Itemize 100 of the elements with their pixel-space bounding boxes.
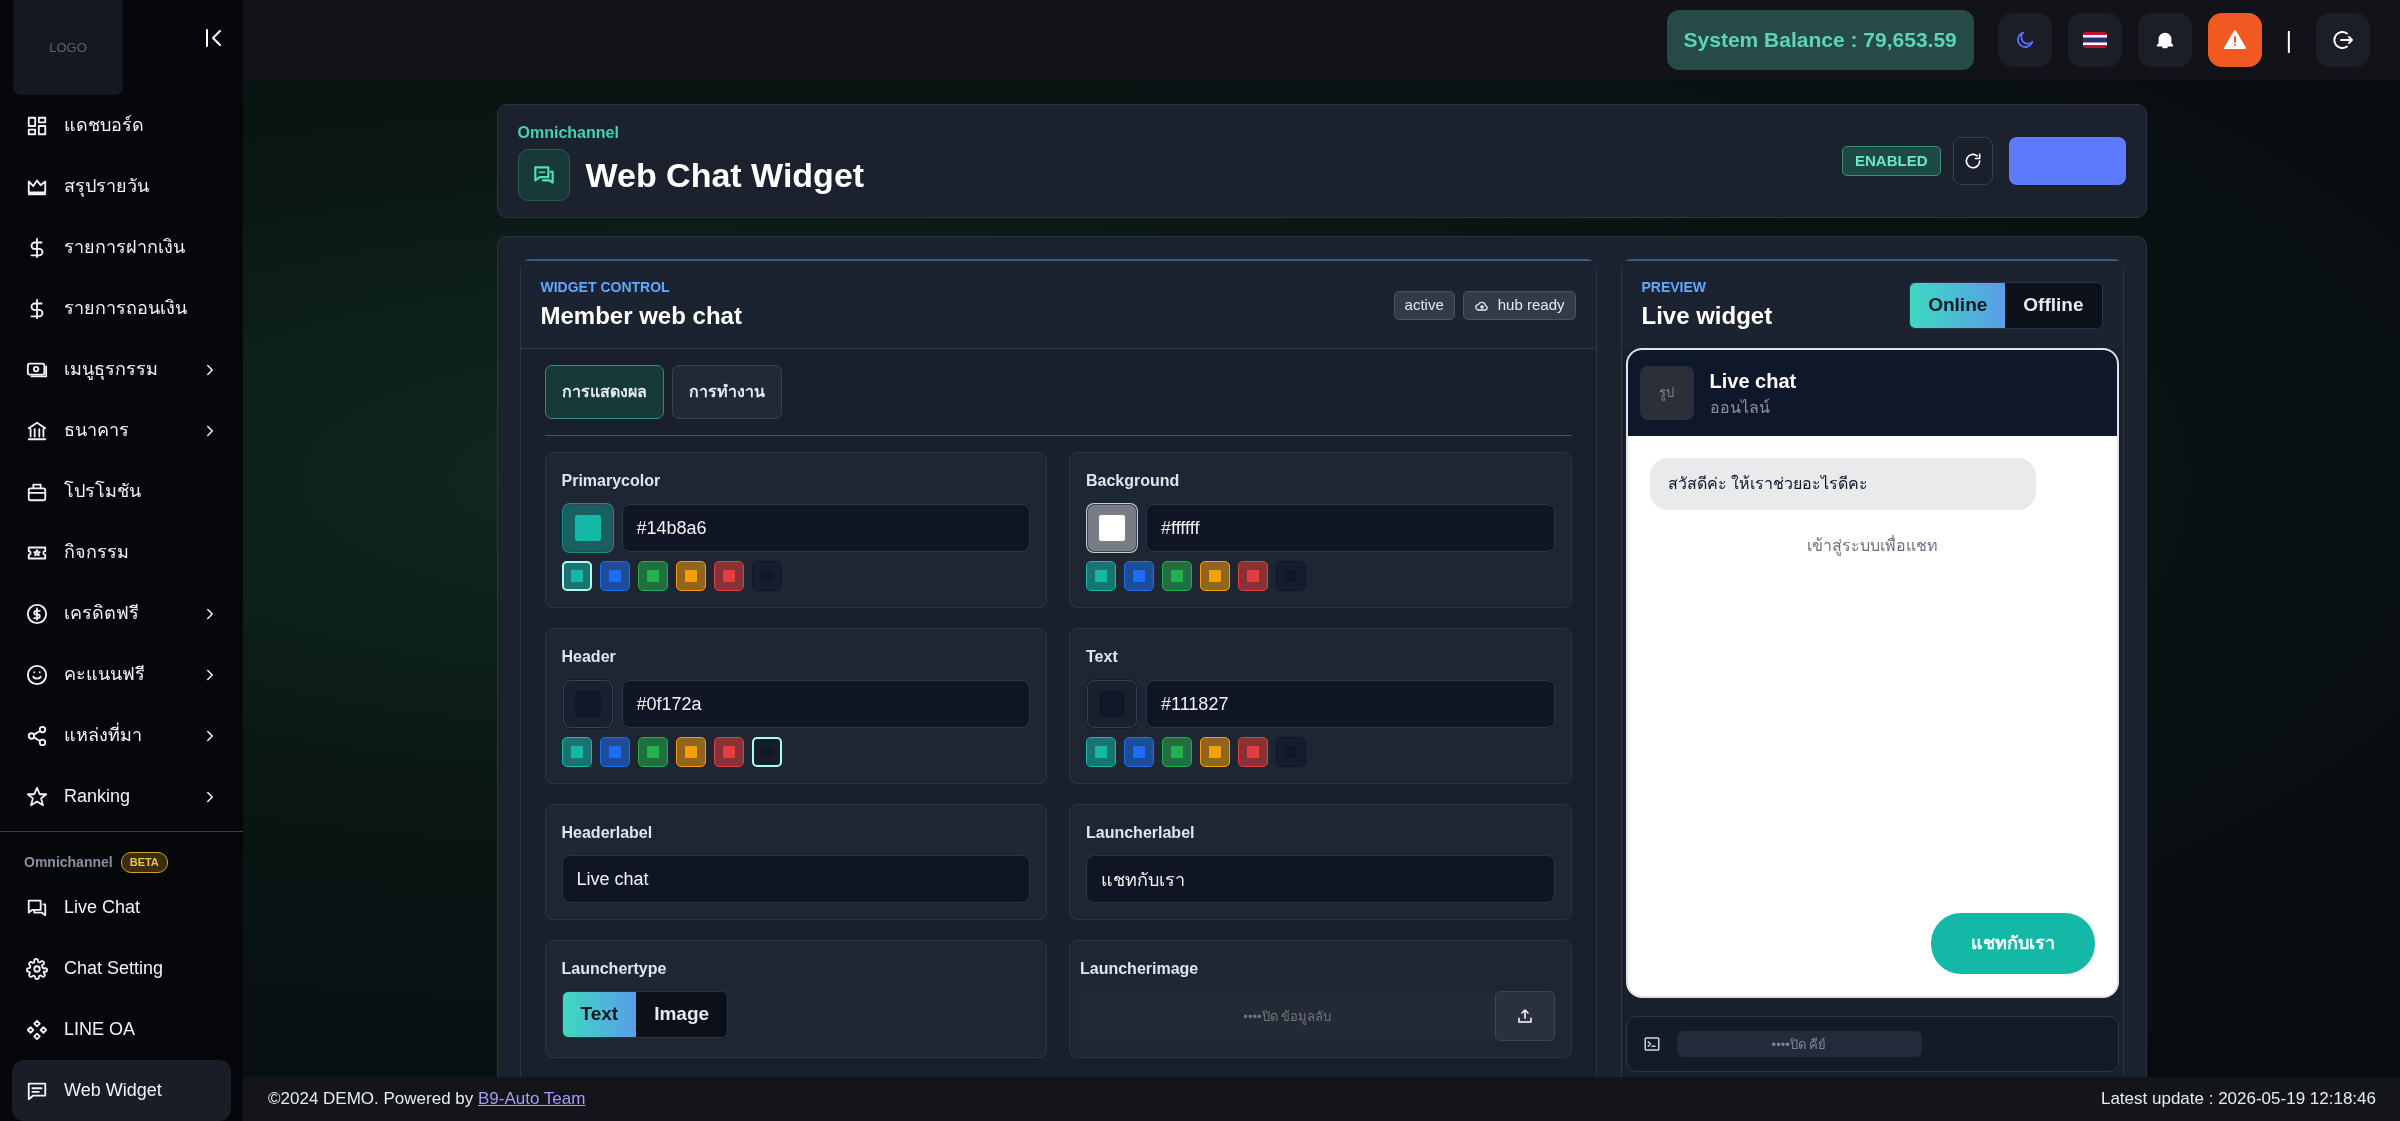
latest-update: Latest update : 2026-05-19 12:18:46 — [2100, 1088, 2376, 1111]
swatch[interactable] — [713, 561, 744, 591]
login-hint: เข้าสู่ระบบเพื่อแชท — [1805, 534, 1939, 558]
status-badge: ENABLED — [1842, 145, 1941, 177]
sidebar-item[interactable]: สรุปรายวัน — [0, 156, 243, 217]
settings-icon — [26, 957, 48, 980]
balance-badge: System Balance : 79,653.59 — [1666, 10, 1974, 70]
diamond-icon — [26, 1018, 48, 1041]
mode-toggle[interactable]: Offline — [2005, 283, 2102, 328]
chat-icon — [517, 149, 570, 201]
share-icon — [26, 724, 48, 747]
swatch[interactable] — [1200, 737, 1230, 767]
segment-option[interactable]: Image — [636, 992, 728, 1037]
panel-eyebrow: WIDGET CONTROL — [540, 278, 671, 297]
logout-icon — [2331, 28, 2355, 52]
swatch[interactable] — [637, 737, 668, 767]
swatch[interactable] — [599, 561, 630, 591]
tab[interactable]: การแสดงผล — [544, 365, 664, 419]
logout-button[interactable] — [2316, 13, 2370, 67]
status-chip: active — [1393, 291, 1455, 320]
status-chip: hub ready — [1462, 291, 1576, 320]
swatch[interactable] — [1200, 561, 1230, 591]
color-swatch[interactable] — [561, 503, 614, 553]
star-icon — [26, 785, 48, 808]
sidebar-item[interactable]: ธนาคาร — [0, 400, 243, 461]
text-input[interactable]: Live chat — [561, 855, 1030, 903]
chat-status: ออนไลน์ — [1709, 397, 1771, 418]
upload-icon — [1515, 1007, 1534, 1025]
terminal-icon — [1642, 1035, 1661, 1053]
sidebar-item[interactable]: แดชบอร์ด — [0, 95, 243, 156]
field-label: Text — [1086, 647, 1119, 667]
swatch[interactable] — [637, 561, 668, 591]
sidebar-item[interactable]: คะแนนฟรี — [0, 644, 243, 705]
key-field[interactable]: ••••ปิด คีย์ — [1676, 1031, 1922, 1057]
page-eyebrow: Omnichannel — [517, 123, 620, 143]
sidebar-item[interactable]: โปรโมชัน — [0, 461, 243, 522]
sidebar-item[interactable]: Ranking — [0, 766, 243, 827]
field-label: Background — [1086, 471, 1181, 491]
warning-icon — [2222, 28, 2247, 52]
chat-message: สวัสดีค่ะ ให้เราช่วยอะไรดีคะ — [1649, 458, 2036, 510]
sidebar-item[interactable]: Web Widget — [12, 1060, 231, 1121]
field-label: Primarycolor — [561, 471, 662, 491]
text-input[interactable]: แชทกับเรา — [1086, 855, 1555, 903]
panel-title: Member web chat — [540, 301, 742, 331]
swatch[interactable] — [1238, 561, 1268, 591]
page-title: Web Chat Widget — [585, 154, 865, 196]
section-title: Omnichannel — [24, 853, 113, 872]
warning-button[interactable] — [2207, 13, 2262, 67]
color-input[interactable]: #14b8a6 — [621, 504, 1030, 552]
field-label: Header — [561, 647, 617, 667]
avatar: รูป — [1639, 366, 1694, 420]
sidebar-item[interactable]: รายการถอนเงิน — [0, 278, 243, 339]
sidebar-item[interactable]: Chat Setting — [0, 938, 243, 999]
sidebar-item[interactable]: กิจกรรม — [0, 522, 243, 583]
tab[interactable]: การทำงาน — [671, 365, 782, 419]
color-input[interactable]: #0f172a — [621, 680, 1030, 728]
field-label: Launchertype — [561, 959, 668, 979]
swatch[interactable] — [1162, 737, 1192, 767]
grid-icon — [26, 114, 48, 137]
upload-button[interactable] — [1494, 991, 1555, 1041]
segment-option[interactable]: Text — [562, 992, 637, 1037]
sidebar-item[interactable]: แหล่งที่มา — [0, 705, 243, 766]
swatch[interactable] — [1162, 561, 1192, 591]
field-label: Headerlabel — [561, 823, 654, 843]
sidebar-item[interactable]: รายการฝากเงิน — [0, 217, 243, 278]
theme-button[interactable] — [1997, 13, 2052, 67]
swatch[interactable] — [561, 737, 592, 767]
swatch[interactable] — [1238, 737, 1268, 767]
beta-badge: BETA — [120, 852, 168, 873]
smiley-icon — [26, 663, 48, 686]
coin-icon — [26, 602, 48, 625]
color-input[interactable]: #111827 — [1146, 680, 1555, 728]
panel-title: Live widget — [1641, 301, 1773, 331]
swatch[interactable] — [1124, 737, 1154, 767]
swatch[interactable] — [599, 737, 630, 767]
swatch[interactable] — [1124, 561, 1154, 591]
sidebar-item[interactable]: LINE OA — [0, 999, 243, 1060]
swatch[interactable] — [675, 737, 706, 767]
swatch[interactable] — [675, 561, 706, 591]
logo: LOGO — [13, 0, 123, 95]
chat-name: Live chat — [1709, 369, 1797, 394]
notification-button[interactable] — [2137, 13, 2192, 67]
panel-eyebrow: PREVIEW — [1641, 278, 1708, 297]
upload-field[interactable]: ••••ปิด ข้อมูลลับ — [1080, 991, 1495, 1041]
footer-link[interactable]: B9-Auto Team — [478, 1089, 586, 1109]
sidebar-item[interactable]: Live Chat — [0, 877, 243, 938]
field-label: Launcherlabel — [1086, 823, 1196, 843]
swatch[interactable] — [1086, 737, 1116, 767]
sidebar-item[interactable]: เครดิตฟรี — [0, 583, 243, 644]
sidebar-item[interactable]: เมนูธุรกรรม — [0, 339, 243, 400]
swatch[interactable] — [713, 737, 744, 767]
swatch[interactable] — [1086, 561, 1116, 591]
color-swatch[interactable] — [1086, 679, 1138, 729]
separator: | — [2285, 25, 2292, 55]
color-swatch[interactable] — [561, 679, 614, 729]
language-button[interactable] — [2067, 13, 2122, 67]
mode-toggle[interactable]: Online — [1910, 283, 2006, 328]
refresh-button[interactable] — [1952, 137, 1993, 185]
color-input[interactable]: #ffffff — [1146, 504, 1555, 552]
thai-flag-icon — [2082, 32, 2107, 48]
